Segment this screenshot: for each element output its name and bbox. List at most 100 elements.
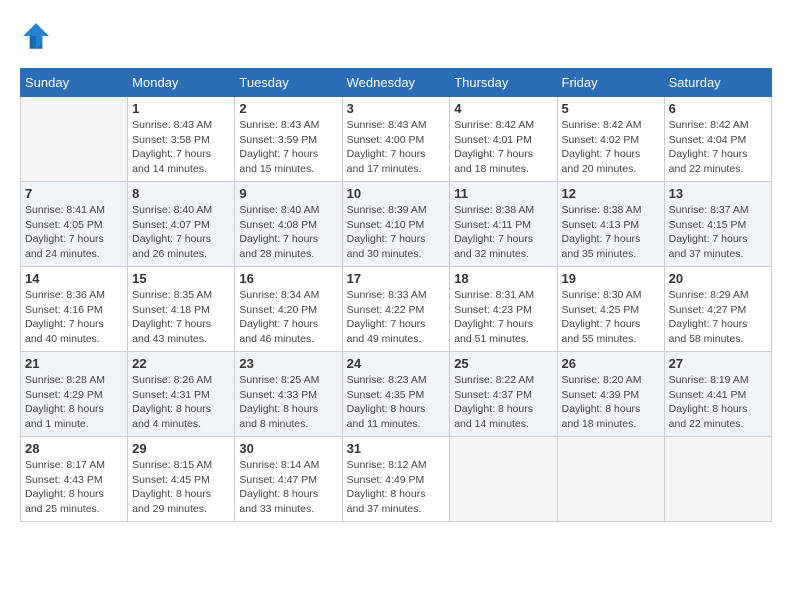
- day-cell: 24 Sunrise: 8:23 AMSunset: 4:35 PMDayligh…: [342, 352, 450, 437]
- day-number: 8: [132, 186, 230, 201]
- day-cell: 23 Sunrise: 8:25 AMSunset: 4:33 PMDayligh…: [235, 352, 342, 437]
- column-header-monday: Monday: [128, 69, 235, 97]
- day-number: 29: [132, 441, 230, 456]
- day-cell: [664, 437, 771, 522]
- column-header-saturday: Saturday: [664, 69, 771, 97]
- day-number: 24: [347, 356, 446, 371]
- day-number: 30: [239, 441, 337, 456]
- day-number: 6: [669, 101, 767, 116]
- week-row-4: 21 Sunrise: 8:28 AMSunset: 4:29 PMDayligh…: [21, 352, 772, 437]
- day-cell: 1 Sunrise: 8:43 AMSunset: 3:58 PMDaylight…: [128, 97, 235, 182]
- day-number: 12: [562, 186, 660, 201]
- day-cell: 18 Sunrise: 8:31 AMSunset: 4:23 PMDayligh…: [450, 267, 557, 352]
- day-cell: 10 Sunrise: 8:39 AMSunset: 4:10 PMDayligh…: [342, 182, 450, 267]
- day-info: Sunrise: 8:26 AMSunset: 4:31 PMDaylight:…: [132, 373, 230, 432]
- day-info: Sunrise: 8:28 AMSunset: 4:29 PMDaylight:…: [25, 373, 123, 432]
- day-cell: 11 Sunrise: 8:38 AMSunset: 4:11 PMDayligh…: [450, 182, 557, 267]
- day-number: 21: [25, 356, 123, 371]
- day-number: 23: [239, 356, 337, 371]
- day-info: Sunrise: 8:42 AMSunset: 4:02 PMDaylight:…: [562, 118, 660, 177]
- day-number: 17: [347, 271, 446, 286]
- day-number: 11: [454, 186, 552, 201]
- day-cell: 19 Sunrise: 8:30 AMSunset: 4:25 PMDayligh…: [557, 267, 664, 352]
- day-number: 28: [25, 441, 123, 456]
- day-cell: 2 Sunrise: 8:43 AMSunset: 3:59 PMDaylight…: [235, 97, 342, 182]
- day-info: Sunrise: 8:34 AMSunset: 4:20 PMDaylight:…: [239, 288, 337, 347]
- day-cell: [450, 437, 557, 522]
- day-cell: 4 Sunrise: 8:42 AMSunset: 4:01 PMDaylight…: [450, 97, 557, 182]
- column-header-friday: Friday: [557, 69, 664, 97]
- day-cell: 21 Sunrise: 8:28 AMSunset: 4:29 PMDayligh…: [21, 352, 128, 437]
- day-info: Sunrise: 8:25 AMSunset: 4:33 PMDaylight:…: [239, 373, 337, 432]
- day-number: 9: [239, 186, 337, 201]
- week-row-5: 28 Sunrise: 8:17 AMSunset: 4:43 PMDayligh…: [21, 437, 772, 522]
- week-row-2: 7 Sunrise: 8:41 AMSunset: 4:05 PMDaylight…: [21, 182, 772, 267]
- logo: [20, 20, 56, 52]
- day-cell: 12 Sunrise: 8:38 AMSunset: 4:13 PMDayligh…: [557, 182, 664, 267]
- day-number: 19: [562, 271, 660, 286]
- day-number: 15: [132, 271, 230, 286]
- day-info: Sunrise: 8:22 AMSunset: 4:37 PMDaylight:…: [454, 373, 552, 432]
- day-number: 20: [669, 271, 767, 286]
- column-header-wednesday: Wednesday: [342, 69, 450, 97]
- day-number: 1: [132, 101, 230, 116]
- day-info: Sunrise: 8:40 AMSunset: 4:07 PMDaylight:…: [132, 203, 230, 262]
- day-info: Sunrise: 8:30 AMSunset: 4:25 PMDaylight:…: [562, 288, 660, 347]
- day-number: 10: [347, 186, 446, 201]
- day-info: Sunrise: 8:23 AMSunset: 4:35 PMDaylight:…: [347, 373, 446, 432]
- day-number: 18: [454, 271, 552, 286]
- day-cell: 25 Sunrise: 8:22 AMSunset: 4:37 PMDayligh…: [450, 352, 557, 437]
- day-info: Sunrise: 8:40 AMSunset: 4:08 PMDaylight:…: [239, 203, 337, 262]
- day-cell: 7 Sunrise: 8:41 AMSunset: 4:05 PMDaylight…: [21, 182, 128, 267]
- day-cell: 14 Sunrise: 8:36 AMSunset: 4:16 PMDayligh…: [21, 267, 128, 352]
- day-number: 4: [454, 101, 552, 116]
- day-info: Sunrise: 8:38 AMSunset: 4:11 PMDaylight:…: [454, 203, 552, 262]
- day-number: 14: [25, 271, 123, 286]
- day-info: Sunrise: 8:29 AMSunset: 4:27 PMDaylight:…: [669, 288, 767, 347]
- column-header-thursday: Thursday: [450, 69, 557, 97]
- day-cell: 16 Sunrise: 8:34 AMSunset: 4:20 PMDayligh…: [235, 267, 342, 352]
- week-row-3: 14 Sunrise: 8:36 AMSunset: 4:16 PMDayligh…: [21, 267, 772, 352]
- column-header-tuesday: Tuesday: [235, 69, 342, 97]
- day-info: Sunrise: 8:42 AMSunset: 4:01 PMDaylight:…: [454, 118, 552, 177]
- page-header: [20, 20, 772, 52]
- day-number: 25: [454, 356, 552, 371]
- day-number: 3: [347, 101, 446, 116]
- day-number: 26: [562, 356, 660, 371]
- day-cell: 17Sunrise: 8:33 AMSunset: 4:22 PMDayligh…: [342, 267, 450, 352]
- column-header-sunday: Sunday: [21, 69, 128, 97]
- day-info: Sunrise: 8:43 AMSunset: 3:59 PMDaylight:…: [239, 118, 337, 177]
- day-cell: 3Sunrise: 8:43 AMSunset: 4:00 PMDaylight…: [342, 97, 450, 182]
- header-row: SundayMondayTuesdayWednesdayThursdayFrid…: [21, 69, 772, 97]
- day-cell: 31 Sunrise: 8:12 AMSunset: 4:49 PMDayligh…: [342, 437, 450, 522]
- day-info: Sunrise: 8:31 AMSunset: 4:23 PMDaylight:…: [454, 288, 552, 347]
- day-cell: 20 Sunrise: 8:29 AMSunset: 4:27 PMDayligh…: [664, 267, 771, 352]
- day-info: Sunrise: 8:20 AMSunset: 4:39 PMDaylight:…: [562, 373, 660, 432]
- day-info: Sunrise: 8:38 AMSunset: 4:13 PMDaylight:…: [562, 203, 660, 262]
- day-cell: 28 Sunrise: 8:17 AMSunset: 4:43 PMDayligh…: [21, 437, 128, 522]
- day-cell: 15Sunrise: 8:35 AMSunset: 4:18 PMDayligh…: [128, 267, 235, 352]
- day-cell: [21, 97, 128, 182]
- day-number: 16: [239, 271, 337, 286]
- day-info: Sunrise: 8:19 AMSunset: 4:41 PMDaylight:…: [669, 373, 767, 432]
- day-info: Sunrise: 8:43 AMSunset: 3:58 PMDaylight:…: [132, 118, 230, 177]
- day-cell: 29 Sunrise: 8:15 AMSunset: 4:45 PMDayligh…: [128, 437, 235, 522]
- day-info: Sunrise: 8:15 AMSunset: 4:45 PMDaylight:…: [132, 458, 230, 517]
- day-info: Sunrise: 8:41 AMSunset: 4:05 PMDaylight:…: [25, 203, 123, 262]
- day-number: 31: [347, 441, 446, 456]
- day-info: Sunrise: 8:42 AMSunset: 4:04 PMDaylight:…: [669, 118, 767, 177]
- day-info: Sunrise: 8:39 AMSunset: 4:10 PMDaylight:…: [347, 203, 446, 262]
- day-cell: 9 Sunrise: 8:40 AMSunset: 4:08 PMDaylight…: [235, 182, 342, 267]
- day-info: Sunrise: 8:17 AMSunset: 4:43 PMDaylight:…: [25, 458, 123, 517]
- day-number: 22: [132, 356, 230, 371]
- day-info: Sunrise: 8:36 AMSunset: 4:16 PMDaylight:…: [25, 288, 123, 347]
- day-info: Sunrise: 8:12 AMSunset: 4:49 PMDaylight:…: [347, 458, 446, 517]
- day-cell: 22 Sunrise: 8:26 AMSunset: 4:31 PMDayligh…: [128, 352, 235, 437]
- day-number: 13: [669, 186, 767, 201]
- day-number: 2: [239, 101, 337, 116]
- day-cell: 5Sunrise: 8:42 AMSunset: 4:02 PMDaylight…: [557, 97, 664, 182]
- logo-icon: [20, 20, 52, 52]
- day-number: 7: [25, 186, 123, 201]
- day-cell: [557, 437, 664, 522]
- day-cell: 13Sunrise: 8:37 AMSunset: 4:15 PMDayligh…: [664, 182, 771, 267]
